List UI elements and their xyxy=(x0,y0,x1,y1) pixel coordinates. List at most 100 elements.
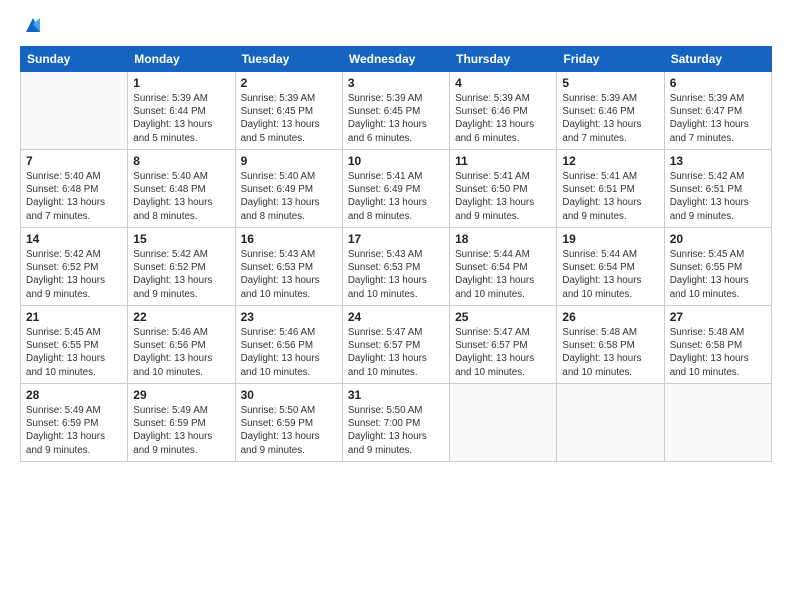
calendar-week-4: 21 Sunrise: 5:45 AMSunset: 6:55 PMDayligh… xyxy=(21,306,772,384)
cell-info: Sunrise: 5:45 AMSunset: 6:55 PMDaylight:… xyxy=(26,326,122,379)
calendar-cell: 12 Sunrise: 5:41 AMSunset: 6:51 PMDayligh… xyxy=(557,150,664,228)
calendar-cell: 2 Sunrise: 5:39 AMSunset: 6:45 PMDaylight… xyxy=(235,72,342,150)
calendar-cell: 17 Sunrise: 5:43 AMSunset: 6:53 PMDayligh… xyxy=(342,228,449,306)
cell-info: Sunrise: 5:49 AMSunset: 6:59 PMDaylight:… xyxy=(133,404,229,457)
cell-info: Sunrise: 5:39 AMSunset: 6:46 PMDaylight:… xyxy=(455,92,551,145)
cell-day-number: 10 xyxy=(348,154,444,168)
cell-info: Sunrise: 5:39 AMSunset: 6:45 PMDaylight:… xyxy=(241,92,337,145)
cell-info: Sunrise: 5:39 AMSunset: 6:44 PMDaylight:… xyxy=(133,92,229,145)
cell-day-number: 15 xyxy=(133,232,229,246)
cell-day-number: 3 xyxy=(348,76,444,90)
calendar-cell: 24 Sunrise: 5:47 AMSunset: 6:57 PMDayligh… xyxy=(342,306,449,384)
cell-day-number: 18 xyxy=(455,232,551,246)
logo-icon xyxy=(22,14,44,36)
cell-info: Sunrise: 5:39 AMSunset: 6:47 PMDaylight:… xyxy=(670,92,766,145)
weekday-header-friday: Friday xyxy=(557,47,664,72)
cell-info: Sunrise: 5:47 AMSunset: 6:57 PMDaylight:… xyxy=(348,326,444,379)
calendar-cell: 3Sunrise: 5:39 AMSunset: 6:45 PMDaylight… xyxy=(342,72,449,150)
cell-info: Sunrise: 5:44 AMSunset: 6:54 PMDaylight:… xyxy=(562,248,658,301)
calendar-cell: 30Sunrise: 5:50 AMSunset: 6:59 PMDayligh… xyxy=(235,384,342,462)
weekday-header-thursday: Thursday xyxy=(450,47,557,72)
weekday-header-wednesday: Wednesday xyxy=(342,47,449,72)
calendar-cell: 28 Sunrise: 5:49 AMSunset: 6:59 PMDayligh… xyxy=(21,384,128,462)
cell-day-number: 29 xyxy=(133,388,229,402)
calendar-week-2: 7 Sunrise: 5:40 AMSunset: 6:48 PMDaylight… xyxy=(21,150,772,228)
page: SundayMondayTuesdayWednesdayThursdayFrid… xyxy=(0,0,792,612)
calendar-week-1: 1 Sunrise: 5:39 AMSunset: 6:44 PMDaylight… xyxy=(21,72,772,150)
calendar-cell: 14Sunrise: 5:42 AMSunset: 6:52 PMDayligh… xyxy=(21,228,128,306)
cell-info: Sunrise: 5:40 AMSunset: 6:48 PMDaylight:… xyxy=(133,170,229,223)
calendar-cell: 19 Sunrise: 5:44 AMSunset: 6:54 PMDayligh… xyxy=(557,228,664,306)
cell-day-number: 22 xyxy=(133,310,229,324)
calendar-cell: 20Sunrise: 5:45 AMSunset: 6:55 PMDayligh… xyxy=(664,228,771,306)
cell-info: Sunrise: 5:43 AMSunset: 6:53 PMDaylight:… xyxy=(241,248,337,301)
cell-day-number: 23 xyxy=(241,310,337,324)
cell-info: Sunrise: 5:41 AMSunset: 6:50 PMDaylight:… xyxy=(455,170,551,223)
cell-info: Sunrise: 5:39 AMSunset: 6:46 PMDaylight:… xyxy=(562,92,658,145)
cell-info: Sunrise: 5:50 AMSunset: 7:00 PMDaylight:… xyxy=(348,404,444,457)
calendar-cell: 10 Sunrise: 5:41 AMSunset: 6:49 PMDayligh… xyxy=(342,150,449,228)
cell-day-number: 19 xyxy=(562,232,658,246)
cell-info: Sunrise: 5:40 AMSunset: 6:49 PMDaylight:… xyxy=(241,170,337,223)
cell-info: Sunrise: 5:41 AMSunset: 6:51 PMDaylight:… xyxy=(562,170,658,223)
calendar-cell: 15 Sunrise: 5:42 AMSunset: 6:52 PMDayligh… xyxy=(128,228,235,306)
cell-day-number: 17 xyxy=(348,232,444,246)
calendar-week-3: 14Sunrise: 5:42 AMSunset: 6:52 PMDayligh… xyxy=(21,228,772,306)
cell-day-number: 7 xyxy=(26,154,122,168)
calendar-cell: 4 Sunrise: 5:39 AMSunset: 6:46 PMDaylight… xyxy=(450,72,557,150)
calendar-cell: 22 Sunrise: 5:46 AMSunset: 6:56 PMDayligh… xyxy=(128,306,235,384)
calendar-cell: 7Sunrise: 5:40 AMSunset: 6:48 PMDaylight… xyxy=(21,150,128,228)
cell-day-number: 1 xyxy=(133,76,229,90)
logo-text xyxy=(20,18,44,36)
cell-info: Sunrise: 5:44 AMSunset: 6:54 PMDaylight:… xyxy=(455,248,551,301)
calendar-cell: 25Sunrise: 5:47 AMSunset: 6:57 PMDayligh… xyxy=(450,306,557,384)
cell-info: Sunrise: 5:49 AMSunset: 6:59 PMDaylight:… xyxy=(26,404,122,457)
calendar-cell: 29 Sunrise: 5:49 AMSunset: 6:59 PMDayligh… xyxy=(128,384,235,462)
cell-day-number: 24 xyxy=(348,310,444,324)
weekday-header-tuesday: Tuesday xyxy=(235,47,342,72)
cell-info: Sunrise: 5:46 AMSunset: 6:56 PMDaylight:… xyxy=(241,326,337,379)
calendar-cell: 16Sunrise: 5:43 AMSunset: 6:53 PMDayligh… xyxy=(235,228,342,306)
calendar-cell xyxy=(664,384,771,462)
calendar-cell: 6 Sunrise: 5:39 AMSunset: 6:47 PMDaylight… xyxy=(664,72,771,150)
cell-day-number: 5 xyxy=(562,76,658,90)
cell-day-number: 6 xyxy=(670,76,766,90)
calendar-cell: 1 Sunrise: 5:39 AMSunset: 6:44 PMDaylight… xyxy=(128,72,235,150)
calendar-cell: 11Sunrise: 5:41 AMSunset: 6:50 PMDayligh… xyxy=(450,150,557,228)
calendar-cell: 31Sunrise: 5:50 AMSunset: 7:00 PMDayligh… xyxy=(342,384,449,462)
calendar-cell: 26 Sunrise: 5:48 AMSunset: 6:58 PMDayligh… xyxy=(557,306,664,384)
cell-info: Sunrise: 5:46 AMSunset: 6:56 PMDaylight:… xyxy=(133,326,229,379)
cell-day-number: 2 xyxy=(241,76,337,90)
calendar-cell: 21 Sunrise: 5:45 AMSunset: 6:55 PMDayligh… xyxy=(21,306,128,384)
cell-day-number: 28 xyxy=(26,388,122,402)
cell-info: Sunrise: 5:42 AMSunset: 6:51 PMDaylight:… xyxy=(670,170,766,223)
cell-info: Sunrise: 5:45 AMSunset: 6:55 PMDaylight:… xyxy=(670,248,766,301)
cell-day-number: 26 xyxy=(562,310,658,324)
calendar-cell: 9Sunrise: 5:40 AMSunset: 6:49 PMDaylight… xyxy=(235,150,342,228)
calendar-cell: 13 Sunrise: 5:42 AMSunset: 6:51 PMDayligh… xyxy=(664,150,771,228)
calendar-week-5: 28 Sunrise: 5:49 AMSunset: 6:59 PMDayligh… xyxy=(21,384,772,462)
cell-info: Sunrise: 5:41 AMSunset: 6:49 PMDaylight:… xyxy=(348,170,444,223)
calendar-cell: 5 Sunrise: 5:39 AMSunset: 6:46 PMDaylight… xyxy=(557,72,664,150)
weekday-header-row: SundayMondayTuesdayWednesdayThursdayFrid… xyxy=(21,47,772,72)
cell-day-number: 21 xyxy=(26,310,122,324)
calendar-cell xyxy=(557,384,664,462)
calendar-cell: 8 Sunrise: 5:40 AMSunset: 6:48 PMDaylight… xyxy=(128,150,235,228)
calendar-cell: 18 Sunrise: 5:44 AMSunset: 6:54 PMDayligh… xyxy=(450,228,557,306)
weekday-header-sunday: Sunday xyxy=(21,47,128,72)
cell-day-number: 13 xyxy=(670,154,766,168)
cell-info: Sunrise: 5:48 AMSunset: 6:58 PMDaylight:… xyxy=(562,326,658,379)
cell-info: Sunrise: 5:48 AMSunset: 6:58 PMDaylight:… xyxy=(670,326,766,379)
cell-day-number: 8 xyxy=(133,154,229,168)
cell-day-number: 12 xyxy=(562,154,658,168)
cell-info: Sunrise: 5:42 AMSunset: 6:52 PMDaylight:… xyxy=(26,248,122,301)
weekday-header-saturday: Saturday xyxy=(664,47,771,72)
weekday-header-monday: Monday xyxy=(128,47,235,72)
cell-info: Sunrise: 5:42 AMSunset: 6:52 PMDaylight:… xyxy=(133,248,229,301)
cell-info: Sunrise: 5:43 AMSunset: 6:53 PMDaylight:… xyxy=(348,248,444,301)
logo xyxy=(20,18,44,36)
cell-day-number: 27 xyxy=(670,310,766,324)
cell-day-number: 4 xyxy=(455,76,551,90)
cell-info: Sunrise: 5:50 AMSunset: 6:59 PMDaylight:… xyxy=(241,404,337,457)
calendar-cell xyxy=(450,384,557,462)
